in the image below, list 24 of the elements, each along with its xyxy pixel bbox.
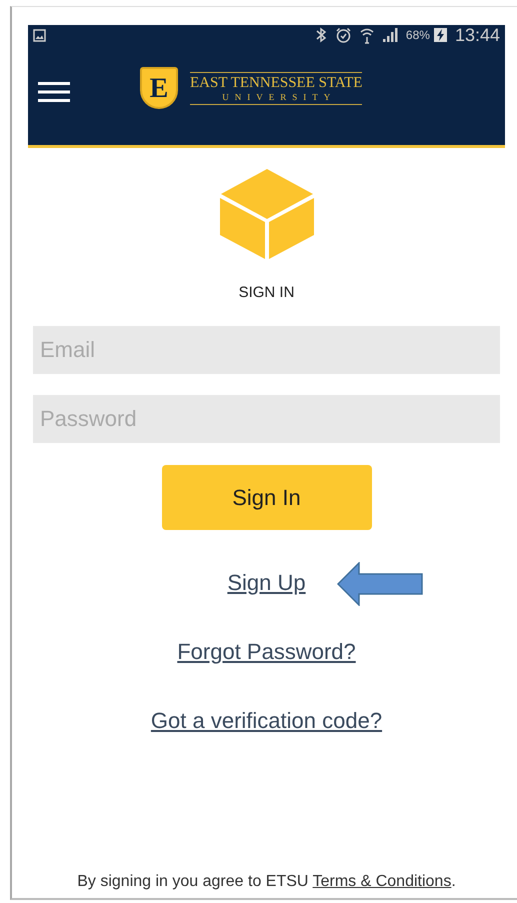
sign-in-button[interactable]: Sign In [162, 465, 372, 530]
logo-subtitle: UNIVERSITY [221, 92, 338, 102]
link[interactable]: Got a verification code? [150, 708, 382, 733]
shield-logo: E [140, 67, 178, 109]
battery-percent: 68% [406, 28, 430, 42]
menu-button[interactable] [38, 81, 70, 103]
signal-icon [382, 28, 398, 42]
image-icon [33, 28, 46, 42]
battery-icon [434, 28, 447, 42]
sign-in-heading: SIGN IN [238, 283, 294, 303]
bluetooth-icon [314, 27, 327, 43]
terms-notice: By signing in you agree to ETSU Terms & Conditions. [77, 872, 456, 892]
cube-icon [220, 169, 314, 259]
alarm-icon [334, 26, 352, 44]
logo-title: EAST TENNESSEE STATE [190, 74, 362, 92]
input-field[interactable]: Password [33, 395, 500, 443]
link[interactable]: Forgot Password? [177, 639, 356, 664]
status-time: 13:44 [454, 24, 500, 46]
menu-icon [38, 81, 70, 103]
arrow-icon [337, 562, 424, 606]
wifi-icon [360, 26, 374, 44]
link[interactable]: Sign Up [227, 570, 306, 595]
input-field[interactable]: Email [33, 326, 500, 374]
terms-link[interactable]: Terms & Conditions [312, 873, 452, 890]
